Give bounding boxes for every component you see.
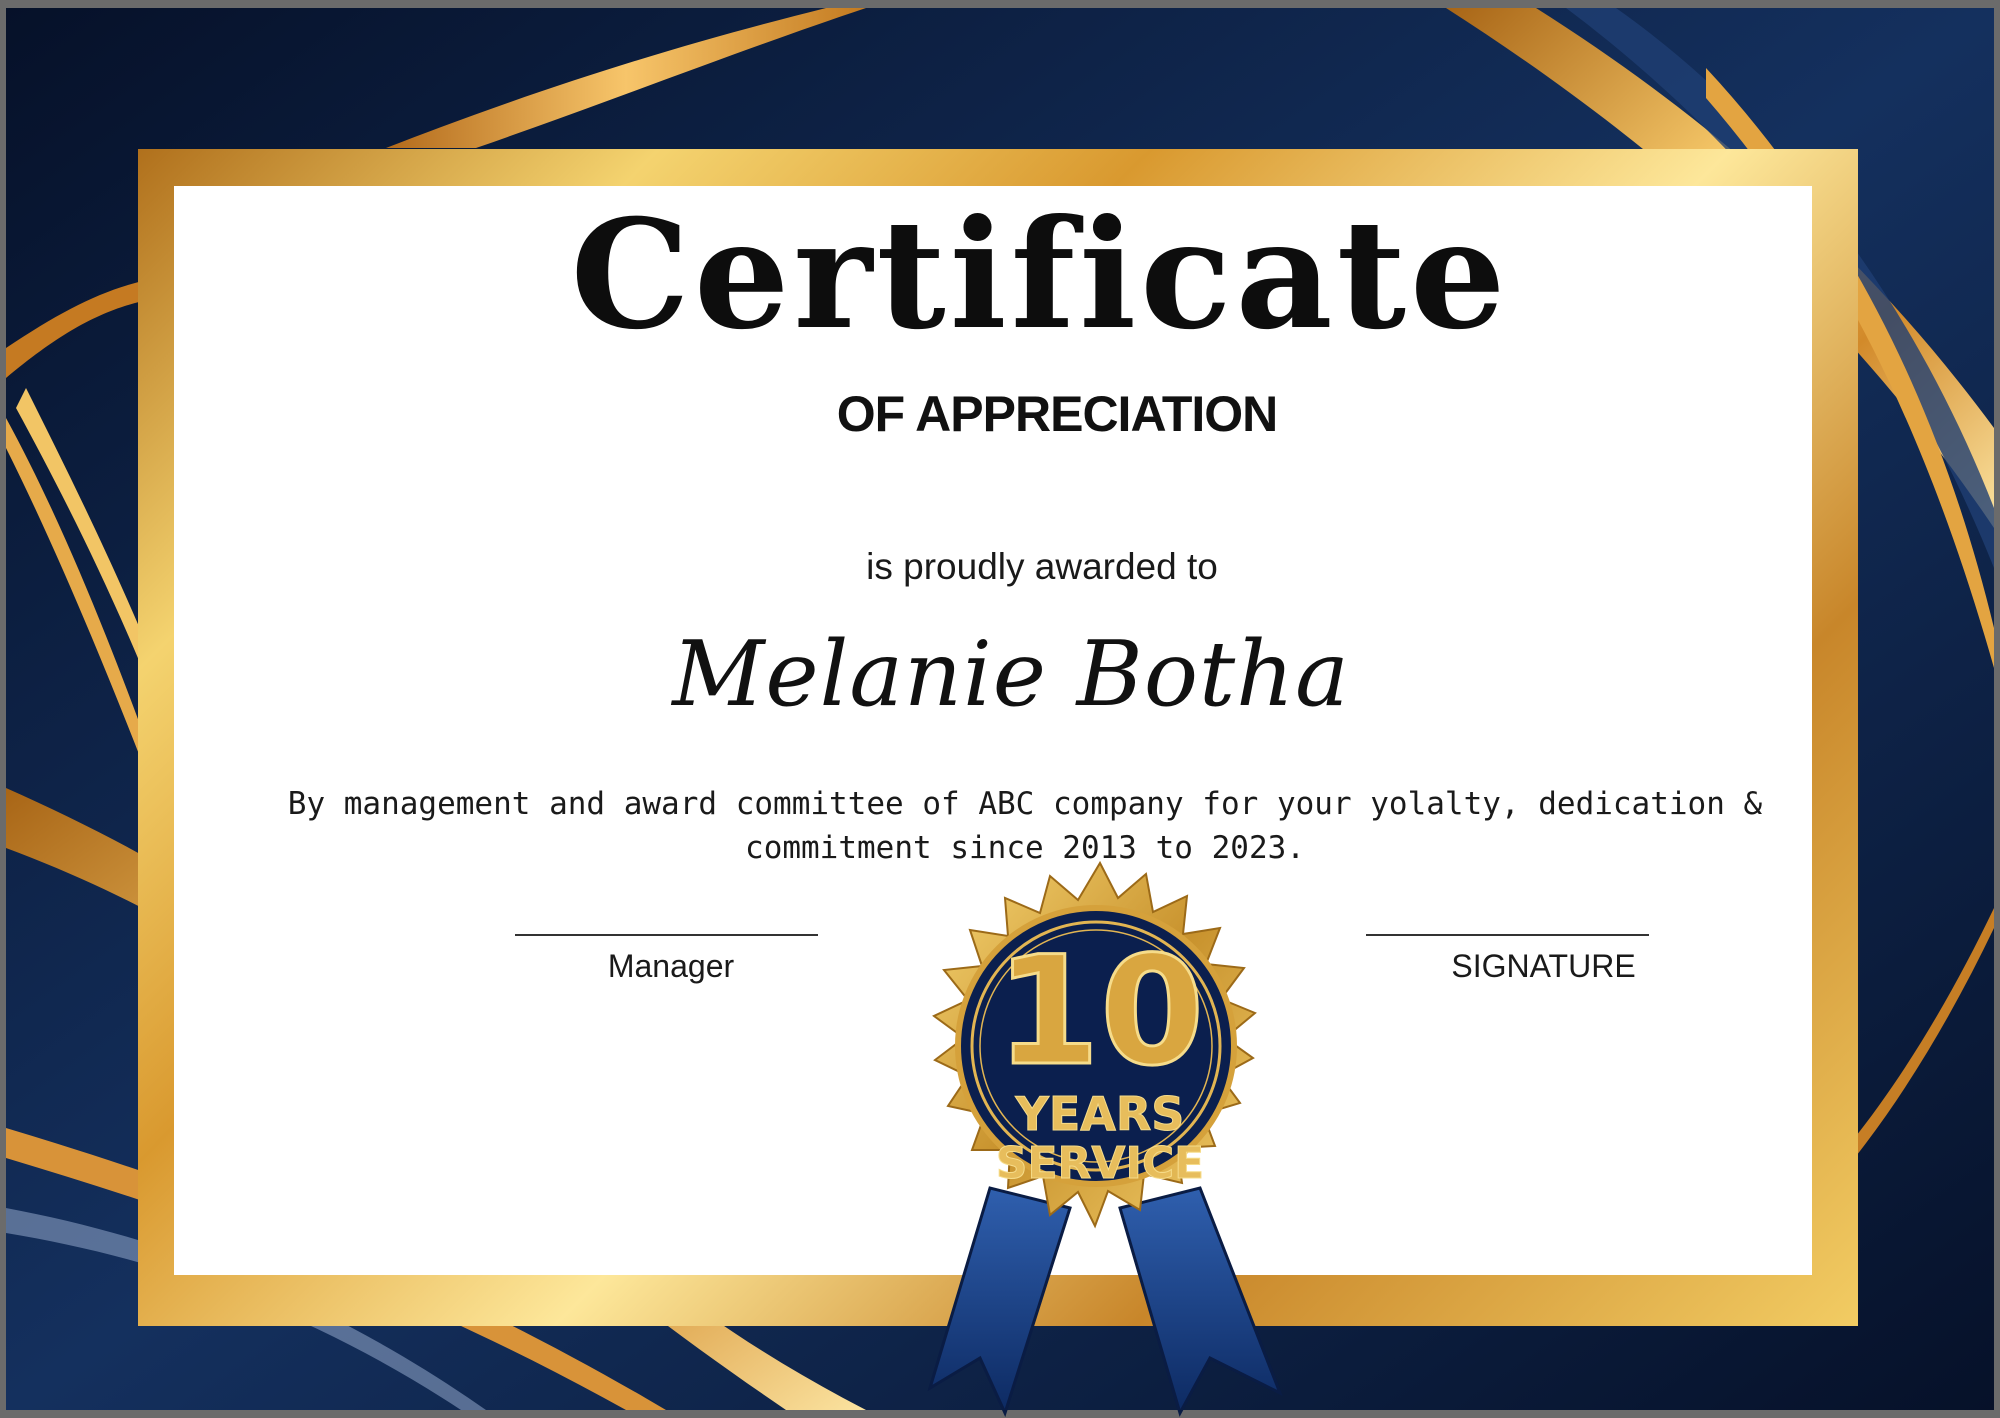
seal-years: YEARS — [1015, 1087, 1185, 1141]
manager-signature-line — [515, 934, 818, 936]
manager-label: Manager — [607, 948, 735, 984]
awarded-text: is proudly awarded to — [866, 546, 1218, 587]
ten-years-service-seal: 10 YEARS SERVICE — [927, 860, 1283, 1418]
right-ribbon — [1118, 1186, 1283, 1417]
certificate-title: Certificate — [570, 187, 1510, 363]
body-line-1: By management and award committee of ABC… — [287, 786, 1763, 822]
recipient-name: Melanie Botha — [672, 622, 1350, 727]
left-ribbon — [927, 1186, 1072, 1418]
seal-service: SERVICE — [996, 1138, 1204, 1189]
certificate-body: By management and award committee of ABC… — [230, 782, 1820, 870]
seal-number: 10 — [996, 925, 1205, 1099]
certificate-subtitle: OF APPRECIATION — [836, 386, 1279, 442]
signature-line — [1366, 934, 1649, 936]
signature-label: SIGNATURE — [1451, 948, 1636, 984]
